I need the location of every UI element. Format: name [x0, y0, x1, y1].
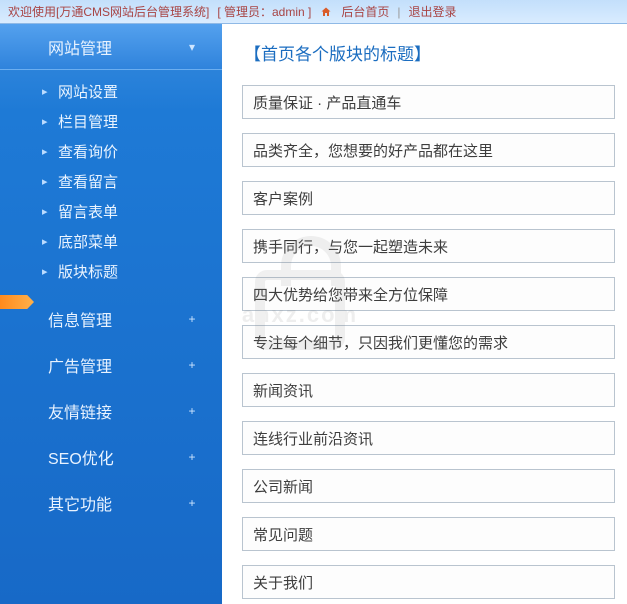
field-group: 质量保证 · 产品直通车 品类齐全，您想要的好产品都在这里 客户案例 携手同行，…	[242, 85, 615, 599]
chevron-down-icon: ▾	[186, 41, 198, 53]
menu-section-label: 友情链接	[48, 399, 112, 423]
home-icon	[319, 5, 333, 19]
separator: |	[397, 5, 400, 19]
welcome-text: 欢迎使用[万通CMS网站后台管理系统]	[8, 3, 209, 20]
sidebar-item-view-inquiry[interactable]: 查看询价	[0, 136, 222, 166]
sidebar-item-footer-menu[interactable]: 底部菜单	[0, 226, 222, 256]
block-title-input[interactable]: 连线行业前沿资讯	[242, 421, 615, 455]
menu-section-label: 广告管理	[48, 353, 112, 377]
plus-icon: +	[186, 313, 198, 325]
submenu: 网站设置 栏目管理 查看询价 查看留言 留言表单 底部菜单 版块标题	[0, 70, 222, 296]
admin-label: [ 管理员：admin ]	[217, 3, 311, 20]
link-backend-home[interactable]: 后台首页	[341, 3, 389, 20]
menu-section-label: 其它功能	[48, 491, 112, 515]
link-logout[interactable]: 退出登录	[409, 3, 457, 20]
block-title-input[interactable]: 关于我们	[242, 565, 615, 599]
menu-section-friend-links[interactable]: 友情链接 +	[0, 388, 222, 434]
menu-section-label: 网站管理	[48, 35, 112, 59]
menu-section-site-manage[interactable]: 网站管理 ▾	[0, 24, 222, 70]
plus-icon: +	[186, 451, 198, 463]
block-title-input[interactable]: 常见问题	[242, 517, 615, 551]
sidebar-item-view-message[interactable]: 查看留言	[0, 166, 222, 196]
main-content: 【首页各个版块的标题】 质量保证 · 产品直通车 品类齐全，您想要的好产品都在这…	[222, 24, 627, 604]
block-title-input[interactable]: 品类齐全，您想要的好产品都在这里	[242, 133, 615, 167]
plus-icon: +	[186, 497, 198, 509]
active-arrow-icon	[0, 295, 34, 309]
menu-section-info-manage[interactable]: 信息管理 +	[0, 296, 222, 342]
plus-icon: +	[186, 405, 198, 417]
menu-section-other[interactable]: 其它功能 +	[0, 480, 222, 526]
top-bar: 欢迎使用[万通CMS网站后台管理系统] [ 管理员：admin ] 后台首页 |…	[0, 0, 627, 24]
block-title-input[interactable]: 客户案例	[242, 181, 615, 215]
page-title: 【首页各个版块的标题】	[242, 40, 615, 65]
sidebar-item-message-form[interactable]: 留言表单	[0, 196, 222, 226]
block-title-input[interactable]: 质量保证 · 产品直通车	[242, 85, 615, 119]
sidebar-item-site-settings[interactable]: 网站设置	[0, 76, 222, 106]
menu-section-label: SEO优化	[48, 445, 114, 469]
menu-section-seo[interactable]: SEO优化 +	[0, 434, 222, 480]
block-title-input[interactable]: 新闻资讯	[242, 373, 615, 407]
block-title-input[interactable]: 四大优势给您带来全方位保障	[242, 277, 615, 311]
sidebar: 网站管理 ▾ 网站设置 栏目管理 查看询价 查看留言 留言表单 底部菜单 版块标…	[0, 24, 222, 604]
block-title-input[interactable]: 专注每个细节，只因我们更懂您的需求	[242, 325, 615, 359]
block-title-input[interactable]: 公司新闻	[242, 469, 615, 503]
menu-section-label: 信息管理	[48, 307, 112, 331]
sidebar-item-block-title[interactable]: 版块标题	[0, 256, 222, 286]
plus-icon: +	[186, 359, 198, 371]
block-title-input[interactable]: 携手同行，与您一起塑造未来	[242, 229, 615, 263]
menu-section-ad-manage[interactable]: 广告管理 +	[0, 342, 222, 388]
sidebar-item-column-manage[interactable]: 栏目管理	[0, 106, 222, 136]
